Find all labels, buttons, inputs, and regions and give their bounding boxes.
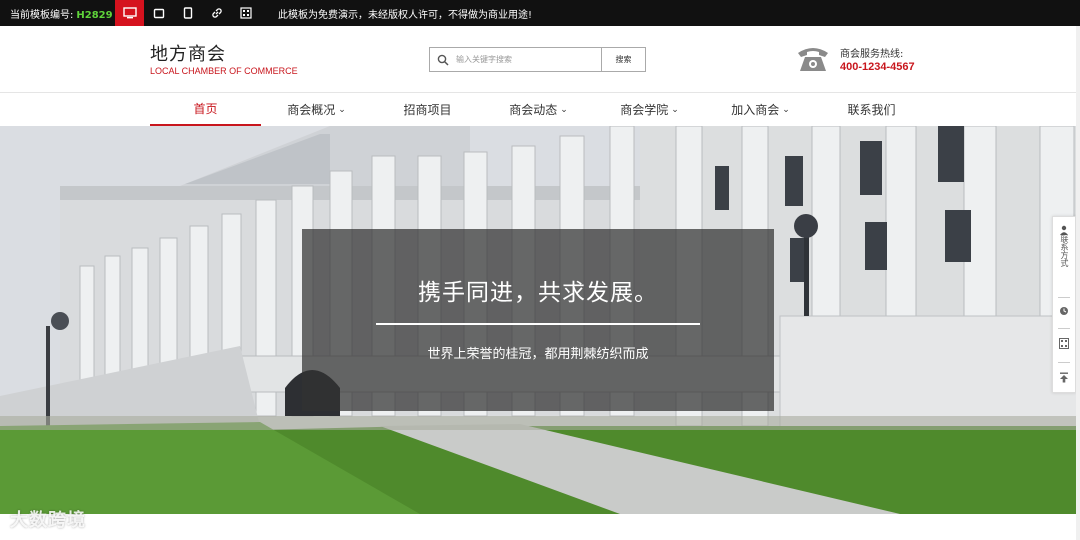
nav-item-label: 加入商会	[731, 103, 780, 117]
desktop-view-button[interactable]	[115, 0, 144, 26]
separator	[1058, 362, 1070, 363]
template-code-label: 当前模板编号:	[10, 9, 74, 21]
nav-item-academy[interactable]: 商会学院 ⌄	[594, 93, 705, 126]
search-icon	[430, 48, 456, 71]
clock-float-button[interactable]	[1053, 306, 1075, 316]
nav-item-label: 商会概况	[287, 103, 336, 117]
nav-item-label: 招商项目	[403, 103, 452, 117]
demo-notice: 此模板为免费演示，未经版权人许可，不得做为商业用途!	[278, 9, 533, 21]
nav-item-overview[interactable]: 商会概况 ⌄	[261, 93, 372, 126]
main-nav: 首页 商会概况 ⌄ 招商项目 商会动态 ⌄ 商会学院 ⌄ 加入商会 ⌄ 联系我们	[0, 92, 1080, 126]
tablet-icon	[183, 7, 192, 19]
nav-item-home[interactable]: 首页	[150, 93, 261, 126]
hotline-label: 商会服务热线:	[840, 49, 904, 60]
tablet-view-button[interactable]	[173, 0, 202, 26]
banner-caption-box: 携手同进，共求发展。 世界上荣誉的桂冠，都用荆棘纺织而成	[302, 229, 774, 411]
logo-subtitle: LOCAL CHAMBER OF COMMERCE	[150, 66, 298, 76]
desktop-icon	[122, 7, 137, 19]
nav-item-label: 联系我们	[847, 103, 896, 117]
separator	[1058, 297, 1070, 298]
side-float-toolbar: 联系方式	[1052, 216, 1076, 393]
qrcode-icon	[239, 7, 252, 19]
link-icon	[211, 8, 222, 18]
chevron-down-icon: ⌄	[338, 104, 346, 115]
separator	[1058, 328, 1070, 329]
watermark-logo: 大数跨境	[10, 506, 86, 532]
nav-item-label: 商会学院	[620, 103, 669, 117]
nav-item-contact[interactable]: 联系我们	[816, 93, 927, 126]
back-to-top-button[interactable]	[1053, 372, 1075, 383]
nav-item-label: 商会动态	[509, 103, 558, 117]
hotline-number: 400-1234-4567	[840, 61, 915, 73]
scrollbar[interactable]	[1076, 26, 1080, 540]
qrcode-float-button[interactable]	[1053, 338, 1075, 349]
qrcode-view-button[interactable]	[231, 0, 260, 26]
arrow-up-icon	[1060, 372, 1068, 383]
nav-item-projects[interactable]: 招商项目	[372, 93, 483, 126]
search-input[interactable]	[456, 48, 601, 71]
banner-divider	[376, 323, 700, 325]
link-view-button[interactable]	[202, 0, 231, 26]
site-header: 地方商会 LOCAL CHAMBER OF COMMERCE 搜索 商会服务热线…	[0, 26, 1080, 92]
logo-title[interactable]: 地方商会	[150, 40, 226, 66]
nav-item-label: 首页	[193, 102, 218, 116]
chevron-down-icon: ⌄	[671, 104, 679, 115]
demo-toolbar: 当前模板编号: H2829 此模板为免费演示，未经版权人许可，不得做为商业用途!	[0, 0, 1080, 26]
phone-icon	[796, 42, 830, 78]
nav-item-news[interactable]: 商会动态 ⌄	[483, 93, 594, 126]
banner-slogan: 携手同进，共求发展。	[418, 280, 658, 306]
contact-float-label: 联系方式	[1060, 235, 1069, 267]
search-button[interactable]: 搜索	[601, 48, 645, 71]
banner-subslogan: 世界上荣誉的桂冠，都用荆棘纺织而成	[427, 347, 649, 362]
tablet-landscape-view-button[interactable]	[144, 0, 173, 26]
watermark-text: 大数跨境	[10, 510, 86, 531]
hero-banner: 携手同进，共求发展。 世界上荣誉的桂冠，都用荆棘纺织而成	[0, 126, 1080, 514]
search-box: 搜索	[429, 47, 646, 72]
qrcode-icon	[1059, 338, 1069, 349]
user-icon	[1060, 225, 1068, 235]
clock-icon	[1060, 307, 1068, 315]
template-code-value: H2829	[76, 9, 113, 21]
chevron-down-icon: ⌄	[782, 104, 790, 115]
template-code: 当前模板编号: H2829	[0, 6, 115, 21]
contact-float-button[interactable]: 联系方式	[1053, 225, 1075, 267]
chevron-down-icon: ⌄	[560, 104, 568, 115]
nav-item-join[interactable]: 加入商会 ⌄	[705, 93, 816, 126]
tablet-landscape-icon	[153, 8, 164, 18]
